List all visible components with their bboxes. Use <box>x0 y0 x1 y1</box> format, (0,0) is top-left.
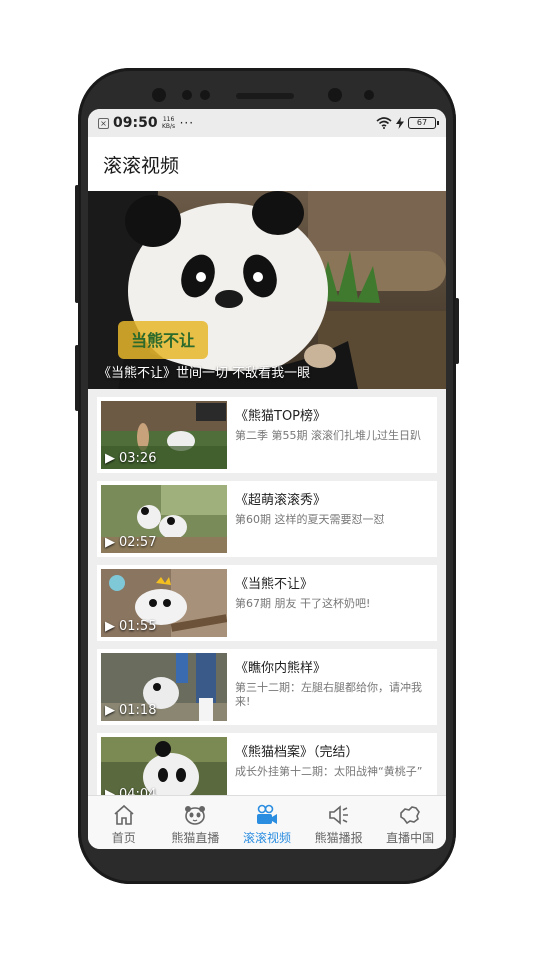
video-thumbnail: ▶ 01:55 <box>101 569 227 637</box>
video-card[interactable]: ▶ 03:26 《熊猫TOP榜》 第二季 第55期 滚滚们扎堆儿过生日趴 <box>97 397 437 473</box>
video-title: 《超萌滚滚秀》 <box>235 493 327 508</box>
video-subtitle: 第二季 第55期 滚滚们扎堆儿过生日趴 <box>235 429 421 442</box>
video-card[interactable]: ▶ 01:55 《当熊不让》 第67期 朋友 干了这杯奶吧! <box>97 565 437 641</box>
duration-label: ▶ 01:18 <box>105 703 157 718</box>
duration-label: ▶ 03:26 <box>105 451 157 466</box>
charging-icon <box>396 117 404 129</box>
speaker-icon <box>328 805 348 825</box>
video-title: 《熊猫TOP榜》 <box>235 409 327 424</box>
video-info: 《超萌滚滚秀》 第60期 这样的夏天需要怼一怼 <box>227 485 433 553</box>
tab-label: 滚滚视频 <box>242 831 291 845</box>
banner-panda-image: 当熊不让 <box>88 191 446 389</box>
video-card[interactable]: ▶ 04:04 《熊猫档案》（完结） 成长外挂第十二期：太阳战神“黄桃子” <box>97 733 437 795</box>
app-screen: × 09:50 116 KB/s ··· 67 滚滚视频 当熊不让 《当熊不让》… <box>88 109 446 849</box>
video-subtitle: 第60期 这样的夏天需要怼一怼 <box>235 513 385 526</box>
banner-caption: 《当熊不让》世间一切 不敌看我一眼 <box>98 366 311 381</box>
sensor <box>182 90 192 100</box>
video-info: 《瞧你内熊样》 第三十二期：左腿右腿都给你，请冲我来! <box>227 653 433 721</box>
play-icon: ▶ <box>105 787 115 795</box>
video-thumbnail: ▶ 01:18 <box>101 653 227 721</box>
play-icon: ▶ <box>105 535 115 550</box>
tab-home[interactable]: 首页 <box>88 796 160 849</box>
play-icon: ▶ <box>105 703 115 718</box>
china-map-icon <box>400 806 421 825</box>
wifi-icon <box>376 117 392 129</box>
header: 滚滚视频 <box>88 137 446 191</box>
tab-videos[interactable]: 滚滚视频 <box>231 796 303 849</box>
video-thumbnail: ▶ 04:04 <box>101 737 227 795</box>
network-speed: 116 KB/s <box>161 116 176 130</box>
video-title: 《瞧你内熊样》 <box>235 661 327 676</box>
earpiece <box>236 93 294 99</box>
tab-live-china[interactable]: 直播中国 <box>374 796 446 849</box>
video-info: 《熊猫TOP榜》 第二季 第55期 滚滚们扎堆儿过生日趴 <box>227 401 433 469</box>
notification-x-icon: × <box>98 117 109 129</box>
video-subtitle: 成长外挂第十二期：太阳战神“黄桃子” <box>235 765 423 778</box>
front-camera <box>152 88 166 102</box>
play-icon: ▶ <box>105 619 115 634</box>
video-title: 《当熊不让》 <box>235 577 314 592</box>
status-time: 09:50 <box>113 115 158 131</box>
front-camera-2 <box>328 88 342 102</box>
page-title: 滚滚视频 <box>103 154 180 177</box>
volume-button <box>75 185 79 303</box>
svg-text:当熊不让: 当熊不让 <box>131 331 195 350</box>
sensor <box>200 90 210 100</box>
video-info: 《当熊不让》 第67期 朋友 干了这杯奶吧! <box>227 569 433 637</box>
video-subtitle: 第三十二期：左腿右腿都给你，请冲我来! <box>235 681 422 708</box>
battery-icon: 67 <box>408 117 439 129</box>
video-thumbnail: ▶ 02:57 <box>101 485 227 553</box>
more-notifications-icon: ··· <box>179 116 195 130</box>
duration-label: ▶ 02:57 <box>105 535 157 550</box>
side-button <box>75 345 79 411</box>
featured-banner[interactable]: 当熊不让 《当熊不让》世间一切 不敌看我一眼 <box>88 191 446 389</box>
video-subtitle: 第67期 朋友 干了这杯奶吧! <box>235 597 371 610</box>
sensor <box>364 90 374 100</box>
duration-label: ▶ 01:55 <box>105 619 157 634</box>
video-list[interactable]: ▶03:26 《熊猫TOP榜》 第二季 第55期 滚滚们扎堆儿过生日趴 ▶0 <box>88 389 446 795</box>
status-bar: × 09:50 116 KB/s ··· 67 <box>88 109 446 137</box>
tab-panda-news[interactable]: 熊猫播报 <box>303 796 375 849</box>
video-thumbnail: ▶ 03:26 <box>101 401 227 469</box>
bottom-tab-bar: 首页 熊猫直播 滚滚视频 熊猫播报 直播中国 <box>88 795 446 849</box>
video-card[interactable]: ▶ 02:57 《超萌滚滚秀》 第60期 这样的夏天需要怼一怼 <box>97 481 437 557</box>
tab-label: 熊猫直播 <box>171 831 220 845</box>
video-info: 《熊猫档案》（完结） 成长外挂第十二期：太阳战神“黄桃子” <box>227 737 433 795</box>
video-card[interactable]: ▶ 01:18 《瞧你内熊样》 第三十二期：左腿右腿都给你，请冲我来! <box>97 649 437 725</box>
duration-label: ▶ 04:04 <box>105 787 156 795</box>
tab-panda-live[interactable]: 熊猫直播 <box>160 796 232 849</box>
video-camera-icon <box>256 804 277 824</box>
play-icon: ▶ <box>105 451 115 466</box>
power-button <box>455 298 459 364</box>
tab-label: 熊猫播报 <box>314 831 363 845</box>
home-icon <box>114 804 134 825</box>
tab-label: 直播中国 <box>386 831 435 845</box>
video-title: 《熊猫档案》（完结） <box>235 745 359 760</box>
panda-face-icon <box>185 806 206 825</box>
tab-label: 首页 <box>111 831 136 845</box>
